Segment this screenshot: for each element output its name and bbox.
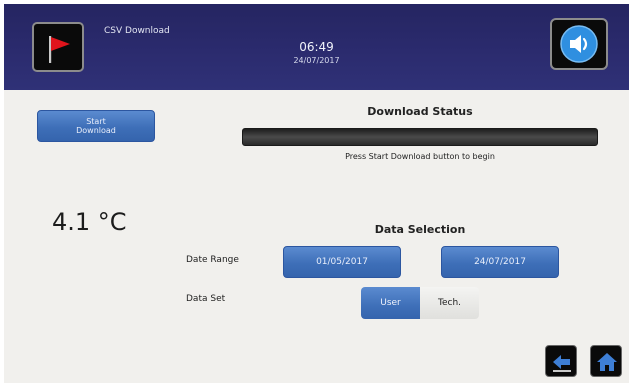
download-progress-bar — [242, 128, 598, 146]
clock-time: 06:49 — [299, 40, 334, 54]
speaker-icon — [560, 25, 598, 63]
data-set-toggle: User Tech. — [361, 287, 479, 319]
start-download-label: Start Download — [76, 116, 116, 135]
screen-title: CSV Download — [104, 26, 170, 36]
download-status-title: Download Status — [367, 105, 473, 118]
home-icon — [597, 353, 617, 371]
data-set-user-label: User — [380, 298, 401, 308]
date-to-button[interactable]: 24/07/2017 — [441, 246, 559, 278]
data-selection-title: Data Selection — [374, 223, 466, 236]
sound-button[interactable] — [550, 18, 608, 70]
header-bar: CSV Download 06:49 24/07/2017 — [4, 4, 629, 90]
date-from-button[interactable]: 01/05/2017 — [283, 246, 401, 278]
data-set-tech-label: Tech. — [437, 298, 462, 308]
data-set-label: Data Set — [186, 294, 226, 304]
data-set-tech-option[interactable]: Tech. — [420, 287, 479, 319]
home-button[interactable] — [590, 345, 622, 377]
app-screen: CSV Download 06:49 24/07/2017 Start Down… — [4, 4, 629, 383]
date-range-label: Date Range — [186, 255, 239, 265]
download-status-message: Press Start Download button to begin — [345, 152, 495, 161]
back-button[interactable] — [545, 345, 577, 377]
date-to-value: 24/07/2017 — [474, 256, 526, 267]
back-arrow-icon — [553, 355, 571, 372]
clock-date: 24/07/2017 — [293, 56, 340, 65]
temperature-readout: 4.1 °C — [52, 208, 127, 236]
start-download-button[interactable]: Start Download — [37, 110, 155, 142]
date-from-value: 01/05/2017 — [316, 256, 368, 267]
data-set-user-option[interactable]: User — [361, 287, 420, 319]
